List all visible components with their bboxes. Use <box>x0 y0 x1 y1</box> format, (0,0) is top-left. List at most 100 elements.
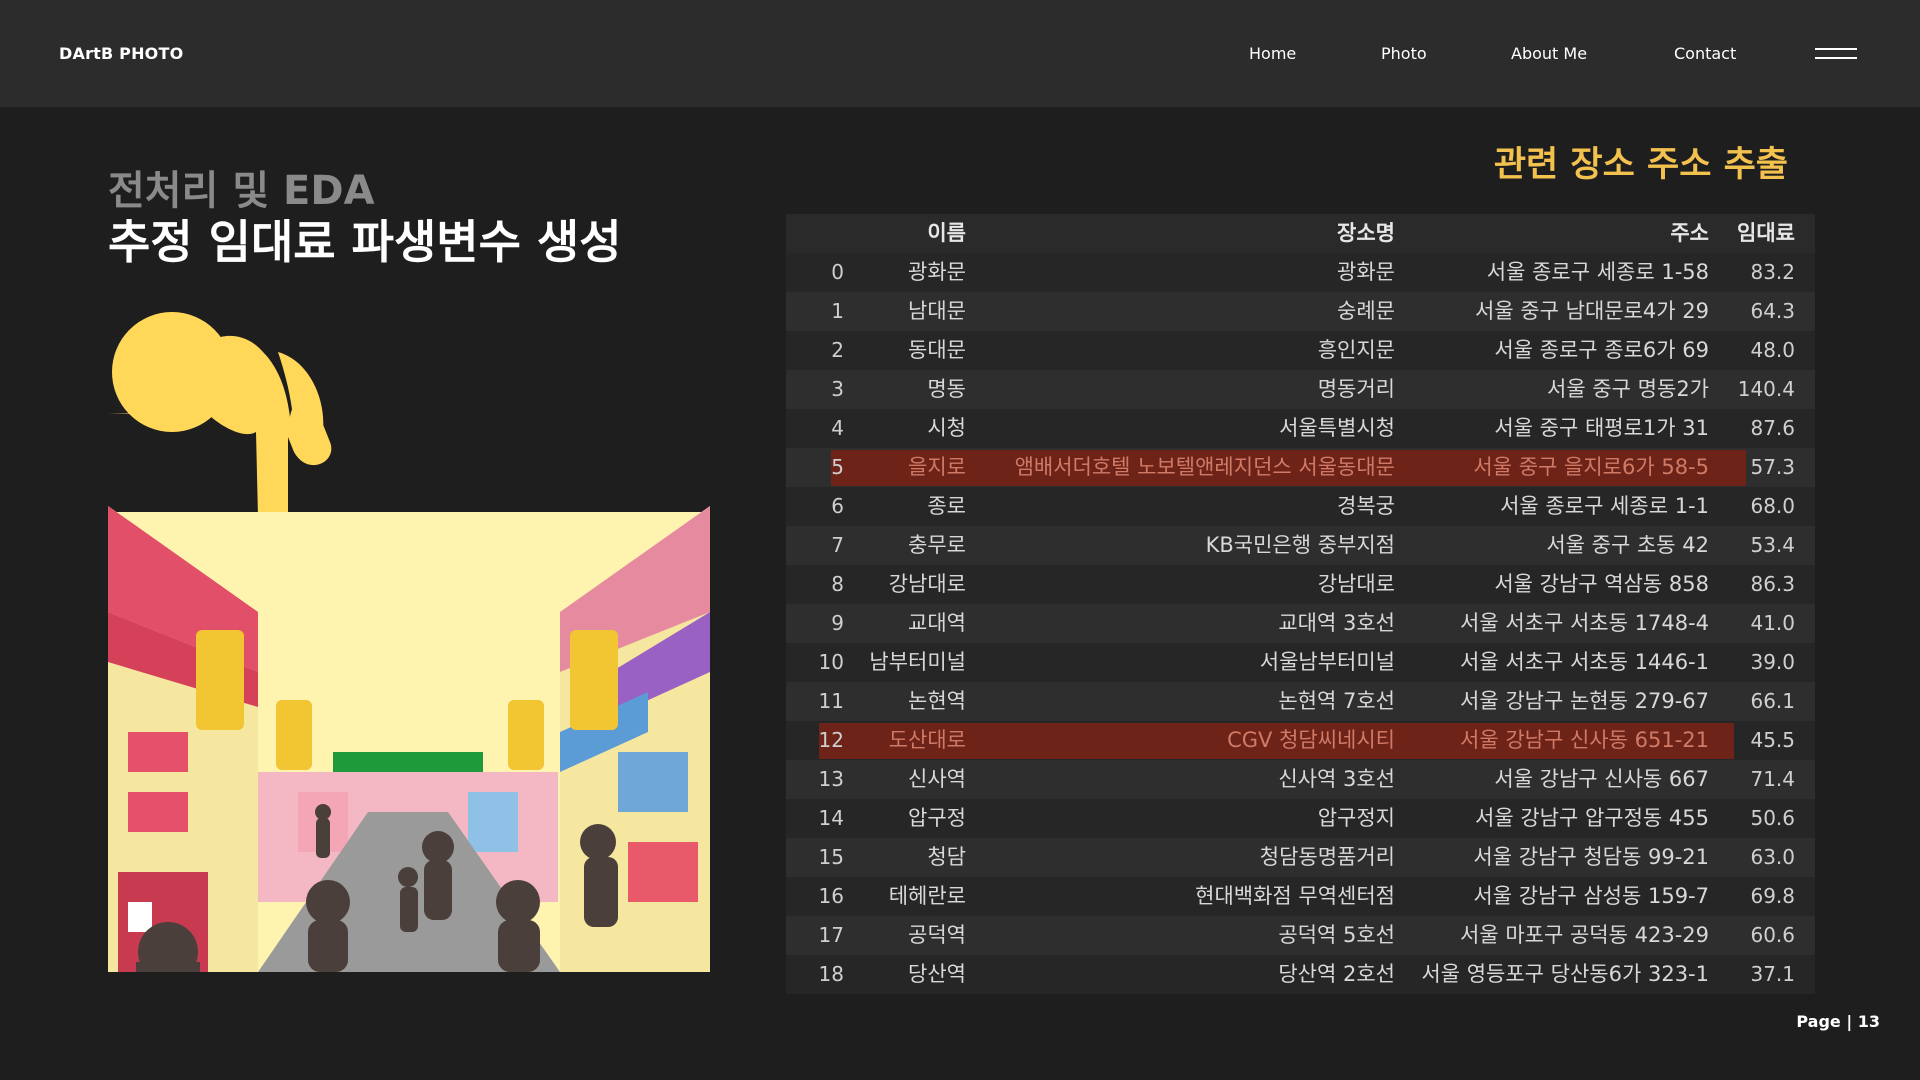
cell-place-name: 당산역 2호선 <box>1278 962 1395 986</box>
cell-address: 서울 강남구 논현동 279-67 <box>1460 689 1709 713</box>
cell-rent: 37.1 <box>1750 962 1795 986</box>
cell-rent: 69.8 <box>1750 884 1795 908</box>
cell-place-name: 명동거리 <box>1317 377 1395 401</box>
cell-place-name: 서울특별시청 <box>1279 416 1395 440</box>
cell-address: 서울 서초구 서초동 1748-4 <box>1460 611 1709 635</box>
table-row: 17 공덕역 공덕역 5호선 서울 마포구 공덕동 423-29 60.6 <box>786 916 1815 955</box>
cell-place-name: 광화문 <box>1337 260 1395 284</box>
cell-index: 10 <box>818 650 844 674</box>
cell-rent: 63.0 <box>1750 845 1795 869</box>
hamburger-menu-icon[interactable] <box>1815 48 1857 62</box>
cell-address: 서울 중구 남대문로4가 29 <box>1475 299 1709 323</box>
cell-name: 교대역 <box>908 611 966 635</box>
nav-home[interactable]: Home <box>1249 44 1296 63</box>
cell-address: 서울 중구 태평로1가 31 <box>1494 416 1709 440</box>
cell-index: 0 <box>831 260 844 284</box>
cell-rent: 83.2 <box>1750 260 1795 284</box>
table-row: 1 남대문 숭례문 서울 중구 남대문로4가 29 64.3 <box>786 292 1815 331</box>
cell-index: 11 <box>818 689 844 713</box>
cell-rent: 71.4 <box>1750 767 1795 791</box>
cell-name: 남대문 <box>908 299 966 323</box>
cell-name: 동대문 <box>908 338 966 362</box>
cell-rent: 66.1 <box>1750 689 1795 713</box>
cell-rent: 45.5 <box>1750 728 1795 752</box>
cell-address: 서울 중구 을지로6가 58-5 <box>1473 455 1709 479</box>
cell-name: 충무로 <box>908 533 966 557</box>
table-row: 4 시청 서울특별시청 서울 중구 태평로1가 31 87.6 <box>786 409 1815 448</box>
market-street-illustration <box>108 312 710 972</box>
cell-address: 서울 종로구 세종로 1-1 <box>1500 494 1709 518</box>
cell-name: 당산역 <box>908 962 966 986</box>
cell-place-name: 공덕역 5호선 <box>1278 923 1395 947</box>
cell-name: 종로 <box>927 494 966 518</box>
cell-index: 5 <box>831 455 844 479</box>
table-row: 0 광화문 광화문 서울 종로구 세종로 1-58 83.2 <box>786 253 1815 292</box>
address-table: 이름 장소명 주소 임대료 0 광화문 광화문 서울 종로구 세종로 1-58 83.2… <box>786 214 1815 994</box>
cell-index: 4 <box>831 416 844 440</box>
col-header-address: 주소 <box>1670 221 1709 245</box>
pointing-hand-icon <box>108 312 332 530</box>
cell-place-name: 청담동명품거리 <box>1259 845 1395 869</box>
cell-place-name: 숭례문 <box>1337 299 1395 323</box>
cell-name: 광화문 <box>908 260 966 284</box>
table-row: 16 테헤란로 현대백화점 무역센터점 서울 강남구 삼성동 159-7 69.8 <box>786 877 1815 916</box>
top-nav-bar: DArtB PHOTO Home Photo About Me Contact <box>0 0 1920 107</box>
cell-rent: 41.0 <box>1750 611 1795 635</box>
cell-address: 서울 중구 명동2가 <box>1547 377 1709 401</box>
cell-index: 1 <box>831 299 844 323</box>
cell-rent: 39.0 <box>1750 650 1795 674</box>
table-row: 10 남부터미널 서울남부터미널 서울 서초구 서초동 1446-1 39.0 <box>786 643 1815 682</box>
cell-name: 공덕역 <box>908 923 966 947</box>
col-header-rent: 임대료 <box>1737 221 1795 245</box>
cell-name: 을지로 <box>908 455 966 479</box>
cell-name: 남부터미널 <box>869 650 966 674</box>
cell-place-name: 강남대로 <box>1317 572 1395 596</box>
cell-place-name: 교대역 3호선 <box>1278 611 1395 635</box>
col-header-name: 이름 <box>927 221 966 245</box>
cell-name: 시청 <box>927 416 966 440</box>
table-row: 11 논현역 논현역 7호선 서울 강남구 논현동 279-67 66.1 <box>786 682 1815 721</box>
cell-index: 12 <box>818 728 844 752</box>
cell-address: 서울 마포구 공덕동 423-29 <box>1460 923 1709 947</box>
cell-place-name: 논현역 7호선 <box>1278 689 1395 713</box>
cell-address: 서울 종로구 세종로 1-58 <box>1486 260 1709 284</box>
cell-name: 명동 <box>927 377 966 401</box>
cell-rent: 87.6 <box>1750 416 1795 440</box>
cell-index: 16 <box>818 884 844 908</box>
cell-name: 청담 <box>927 845 966 869</box>
cell-place-name: 현대백화점 무역센터점 <box>1195 884 1395 908</box>
table-row: 5 을지로 앰배서더호텔 노보텔앤레지던스 서울동대문 서울 중구 을지로6가 58-… <box>786 448 1815 487</box>
cell-address: 서울 강남구 신사동 651-21 <box>1460 728 1709 752</box>
cell-address: 서울 중구 초동 42 <box>1546 533 1709 557</box>
table-row: 12 도산대로 CGV 청담씨네시티 서울 강남구 신사동 651-21 45.5 <box>786 721 1815 760</box>
slide-title: 추정 임대료 파생변수 생성 <box>108 215 622 269</box>
cell-name: 논현역 <box>908 689 966 713</box>
table-row: 15 청담 청담동명품거리 서울 강남구 청담동 99-21 63.0 <box>786 838 1815 877</box>
cell-index: 15 <box>818 845 844 869</box>
cell-place-name: CGV 청담씨네시티 <box>1227 728 1395 752</box>
cell-rent: 60.6 <box>1750 923 1795 947</box>
cell-place-name: 경복궁 <box>1337 494 1395 518</box>
col-header-index <box>786 214 844 253</box>
cell-address: 서울 강남구 삼성동 159-7 <box>1473 884 1709 908</box>
nav-about-me[interactable]: About Me <box>1511 44 1587 63</box>
table-row: 7 충무로 KB국민은행 중부지점 서울 중구 초동 42 53.4 <box>786 526 1815 565</box>
cell-rent: 57.3 <box>1750 455 1795 479</box>
cell-name: 압구정 <box>908 806 966 830</box>
table-title: 관련 장소 주소 추출 <box>1493 145 1788 185</box>
cell-rent: 48.0 <box>1750 338 1795 362</box>
nav-contact[interactable]: Contact <box>1674 44 1736 63</box>
cell-place-name: 신사역 3호선 <box>1278 767 1395 791</box>
cell-index: 13 <box>818 767 844 791</box>
table-body: 0 광화문 광화문 서울 종로구 세종로 1-58 83.2 1 남대문 숭례문 서울 중구 남… <box>786 253 1815 994</box>
table-row: 18 당산역 당산역 2호선 서울 영등포구 당산동6가 323-1 37.1 <box>786 955 1815 994</box>
table-row: 6 종로 경복궁 서울 종로구 세종로 1-1 68.0 <box>786 487 1815 526</box>
cell-place-name: 서울남부터미널 <box>1259 650 1395 674</box>
brand-logo[interactable]: DArtB PHOTO <box>59 44 183 63</box>
col-header-place: 장소명 <box>1337 221 1395 245</box>
nav-photo[interactable]: Photo <box>1381 44 1427 63</box>
cell-address: 서울 종로구 종로6가 69 <box>1494 338 1709 362</box>
cell-name: 테헤란로 <box>888 884 966 908</box>
table-row: 14 압구정 압구정지 서울 강남구 압구정동 455 50.6 <box>786 799 1815 838</box>
cell-index: 18 <box>818 962 844 986</box>
